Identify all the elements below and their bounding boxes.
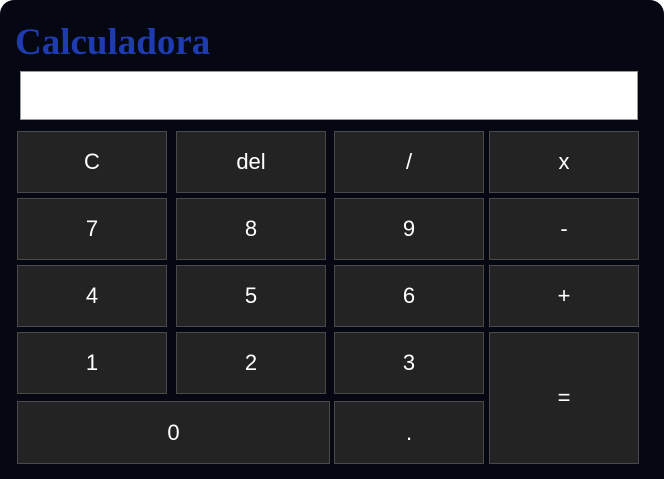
decimal-button[interactable]: . <box>334 401 484 464</box>
digit-4-button[interactable]: 4 <box>17 265 167 327</box>
multiply-button[interactable]: x <box>489 131 639 193</box>
digit-5-button[interactable]: 5 <box>176 265 326 327</box>
digit-2-button[interactable]: 2 <box>176 332 326 394</box>
subtract-button[interactable]: - <box>489 198 639 260</box>
divide-button[interactable]: / <box>334 131 484 193</box>
equals-button[interactable]: = <box>489 332 639 464</box>
clear-button[interactable]: C <box>17 131 167 193</box>
digit-6-button[interactable]: 6 <box>334 265 484 327</box>
digit-7-button[interactable]: 7 <box>17 198 167 260</box>
digit-3-button[interactable]: 3 <box>334 332 484 394</box>
calculator-panel: Calculadora C del / x 7 8 9 - 4 5 6 + 1 … <box>0 0 664 479</box>
calculator-display[interactable] <box>20 71 638 120</box>
digit-9-button[interactable]: 9 <box>334 198 484 260</box>
add-button[interactable]: + <box>489 265 639 327</box>
digit-1-button[interactable]: 1 <box>17 332 167 394</box>
app-title: Calculadora <box>15 22 211 63</box>
delete-button[interactable]: del <box>176 131 326 193</box>
digit-8-button[interactable]: 8 <box>176 198 326 260</box>
digit-0-button[interactable]: 0 <box>17 401 330 464</box>
